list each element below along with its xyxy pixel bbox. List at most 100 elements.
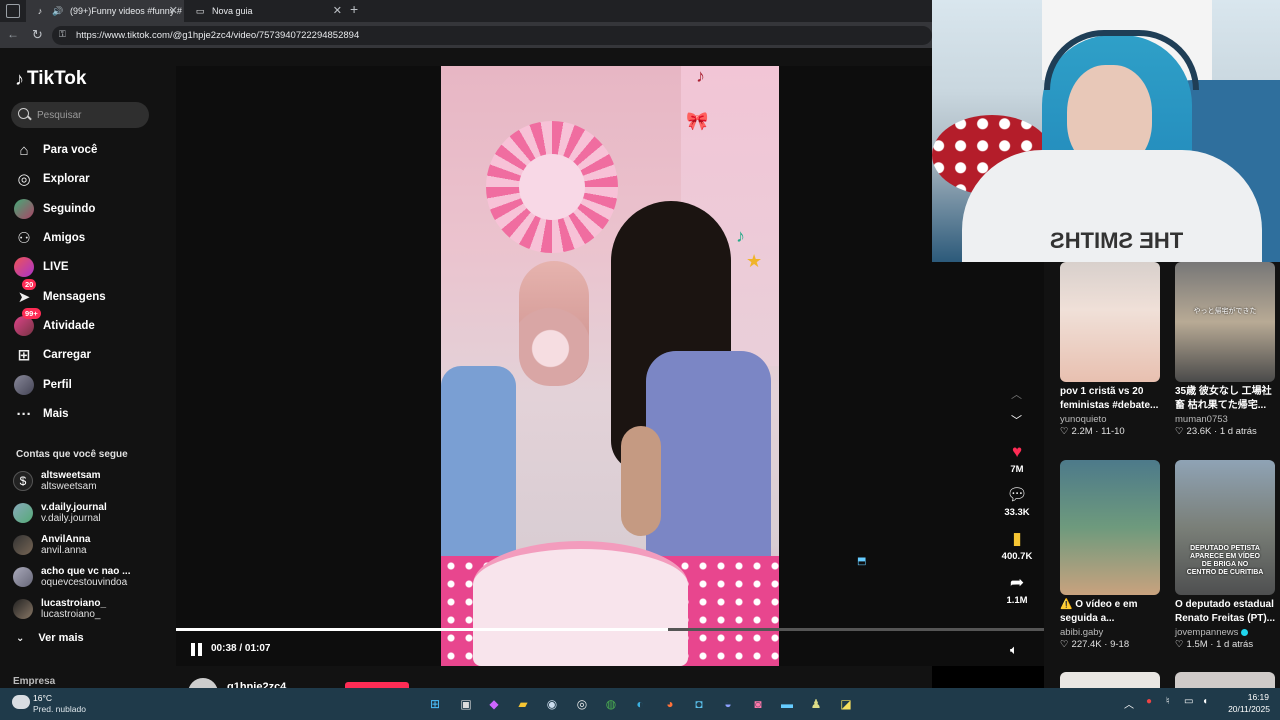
related-video-card[interactable]: ⚠️ O vídeo e em seguida a... abibi.gaby …: [1060, 460, 1160, 650]
related-video-card[interactable]: pov 1 cristã vs 20 feministas #debate...…: [1060, 262, 1160, 437]
video-thumbnail[interactable]: [1060, 460, 1160, 595]
video-thumbnail[interactable]: [1175, 672, 1275, 688]
new-tab-button[interactable]: +: [350, 1, 358, 17]
nav-mais[interactable]: ··· Mais: [14, 403, 69, 425]
video-thumbnail[interactable]: [1060, 262, 1160, 382]
nav-explorar[interactable]: ◎ Explorar: [14, 168, 90, 190]
video-user[interactable]: yunoquieto: [1060, 414, 1160, 425]
nav-mensagens[interactable]: ➤ 20 Mensagens: [14, 279, 106, 308]
video-frame[interactable]: 🎀 ♪ ★ ♪: [441, 66, 779, 666]
account-handle: oquevcestouvindoa: [41, 577, 128, 588]
nav-carregar[interactable]: ⊞ Carregar: [14, 344, 91, 366]
firefox-icon[interactable]: ◕: [662, 696, 678, 712]
window-menu-icon[interactable]: [6, 4, 20, 18]
nav-seguindo[interactable]: Seguindo: [14, 198, 95, 220]
chrome-icon[interactable]: ◍: [603, 696, 619, 712]
playback-time: 00:38 / 01:07: [211, 643, 271, 654]
app-icon[interactable]: ◘: [691, 696, 707, 712]
following-account[interactable]: acho que vc nao ... oquevcestouvindoa: [13, 566, 130, 588]
pause-icon[interactable]: [191, 643, 203, 656]
back-arrow-icon[interactable]: ←: [7, 27, 19, 41]
site-info-icon[interactable]: ⚿: [59, 29, 66, 40]
following-account[interactable]: AnvilAnna anvil.anna: [13, 534, 90, 556]
video-user[interactable]: abibi.gaby: [1060, 627, 1160, 638]
following-account[interactable]: lucastroiano_ lucastroiano_: [13, 598, 106, 620]
nav-amigos[interactable]: ⚇ Amigos: [14, 227, 85, 249]
comment-button[interactable]: 💬︎ 33.3K: [1000, 485, 1034, 518]
next-video-icon[interactable]: ﹀: [1011, 412, 1022, 428]
weather-temp[interactable]: 16°C: [33, 693, 52, 703]
account-handle: anvil.anna: [41, 545, 87, 556]
cloud-icon[interactable]: [12, 695, 30, 709]
file-explorer-icon[interactable]: ▰: [515, 696, 531, 712]
friends-icon: ⚇: [17, 230, 31, 247]
speaker-icon[interactable]: ◖: [1202, 696, 1208, 707]
following-account[interactable]: v.daily.journal v.daily.journal: [13, 502, 107, 524]
volume-icon[interactable]: 🔈︎: [1010, 642, 1018, 658]
windows-start-icon[interactable]: ⊞: [427, 696, 443, 712]
see-more-label: Ver mais: [38, 632, 84, 644]
related-video-card[interactable]: やっと帰宅ができた 35歳 彼女なし 工場社 畜 枯れ果てた帰宅... muma…: [1175, 262, 1275, 437]
video-child-left: [441, 366, 516, 576]
discord-icon[interactable]: ◒: [720, 696, 736, 712]
save-button[interactable]: ▮ 400.7K: [1000, 529, 1034, 562]
nav-perfil[interactable]: Perfil: [14, 374, 72, 396]
chevron-up-icon[interactable]: ︿: [1124, 696, 1134, 711]
logo-text: TikTok: [27, 68, 87, 89]
share-button[interactable]: ➦ 1.1M: [1000, 573, 1034, 606]
related-video-card[interactable]: DEPUTADO PETISTA APARECE EM VÍDEO DE BRI…: [1175, 460, 1275, 650]
account-name: acho que vc nao ...: [41, 566, 131, 577]
weather-desc[interactable]: Pred. nublado: [33, 704, 86, 714]
messages-icon: ➤ 20: [14, 279, 37, 307]
nav-atividade[interactable]: 99+ Atividade: [14, 308, 95, 337]
steam-icon[interactable]: ◉: [544, 696, 560, 712]
sticky-notes-icon[interactable]: ◪: [838, 696, 854, 712]
nav-para-voce[interactable]: ⌂ Para você: [14, 139, 97, 161]
video-thumbnail[interactable]: [1060, 672, 1160, 688]
video-likes: 227.4K: [1071, 639, 1102, 650]
video-title[interactable]: pov 1 cristã vs 20 feministas #debate...: [1060, 385, 1160, 413]
clock-date[interactable]: 20/11/2025: [1226, 704, 1270, 714]
see-more-button[interactable]: ⌄ Ver mais: [16, 632, 84, 644]
copilot-icon[interactable]: ◆: [486, 696, 502, 712]
tray-app-icon[interactable]: ●: [1146, 696, 1152, 707]
tab-nova-guia[interactable]: ▭ Nova guia ✕: [186, 0, 348, 22]
video-meta: ♡ 2.2M · 11-10: [1060, 426, 1125, 437]
clock-time[interactable]: 16:19: [1245, 692, 1269, 702]
microphone-icon[interactable]: ♮: [1166, 696, 1170, 707]
close-icon[interactable]: ✕: [169, 4, 178, 17]
reload-icon[interactable]: ↻: [32, 27, 43, 43]
app-icon[interactable]: ♟: [808, 696, 824, 712]
avatar: [13, 567, 33, 587]
video-likes: 2.2M: [1071, 426, 1093, 437]
following-accounts-title: Contas que você segue: [16, 449, 128, 460]
task-view-icon[interactable]: ▣: [458, 696, 474, 712]
edge-icon[interactable]: ◐: [632, 696, 648, 712]
video-thumbnail[interactable]: やっと帰宅ができた: [1175, 262, 1275, 382]
video-title[interactable]: ⚠️ O vídeo e em seguida a...: [1060, 598, 1160, 626]
tiktok-logo[interactable]: ♪ TikTok: [15, 68, 86, 90]
close-icon[interactable]: ✕: [333, 4, 342, 17]
previous-video-icon[interactable]: ︿: [1011, 386, 1022, 402]
nav-live[interactable]: LIVE: [14, 256, 69, 278]
nav-label: Explorar: [43, 173, 90, 185]
tab-tiktok[interactable]: ♪ 🔊 (99+)Funny videos #funny # ✕: [26, 0, 184, 22]
following-account[interactable]: $ altsweetsam altsweetsam: [13, 470, 100, 492]
mouse-cursor-icon: ⬒: [857, 556, 867, 567]
url-text[interactable]: https://www.tiktok.com/@g1hpje2zc4/video…: [76, 30, 359, 41]
video-title[interactable]: 35歳 彼女なし 工場社 畜 枯れ果てた帰宅...: [1175, 385, 1275, 413]
video-date: 9-18: [1110, 639, 1130, 650]
app-icon[interactable]: ▬: [779, 696, 795, 712]
app-icon[interactable]: ◙: [750, 696, 766, 712]
footer-empresa[interactable]: Empresa: [13, 676, 55, 687]
thumbnail-headline: DEPUTADO PETISTA APARECE EM VÍDEO DE BRI…: [1186, 545, 1264, 576]
video-title[interactable]: O deputado estadual Renato Freitas (PT).…: [1175, 598, 1275, 626]
obs-icon[interactable]: ◎: [574, 696, 590, 712]
video-user[interactable]: muman0753: [1175, 414, 1275, 425]
star-icon: ★: [746, 251, 763, 271]
network-icon[interactable]: ▭: [1184, 696, 1193, 707]
like-button[interactable]: ♥ 7M: [1000, 442, 1034, 475]
audio-playing-icon[interactable]: 🔊: [52, 5, 64, 17]
video-thumbnail[interactable]: DEPUTADO PETISTA APARECE EM VÍDEO DE BRI…: [1175, 460, 1275, 595]
video-user[interactable]: jovempannews: [1175, 627, 1275, 638]
